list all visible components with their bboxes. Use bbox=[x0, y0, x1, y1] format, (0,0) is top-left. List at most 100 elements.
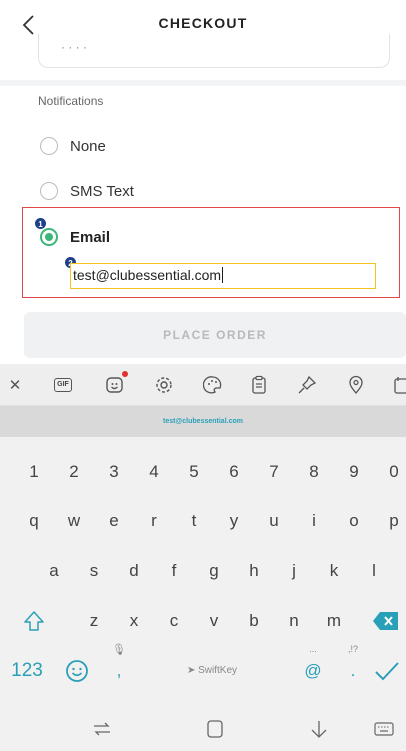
email-input[interactable]: test@clubessential.com bbox=[70, 263, 376, 289]
radio-email[interactable] bbox=[40, 228, 58, 246]
location-icon[interactable] bbox=[345, 374, 367, 396]
key-c[interactable]: c bbox=[159, 606, 189, 636]
key-y[interactable]: y bbox=[219, 506, 249, 536]
annotation-badge-1: 1 bbox=[34, 217, 47, 230]
key-s[interactable]: s bbox=[79, 556, 109, 586]
home-button[interactable] bbox=[203, 718, 227, 740]
period-label: . bbox=[350, 661, 356, 680]
mic-icon: 🎙 bbox=[112, 644, 126, 656]
recent-apps-button[interactable] bbox=[90, 718, 114, 740]
key-q[interactable]: q bbox=[19, 506, 49, 536]
key-h[interactable]: h bbox=[239, 556, 269, 586]
key-x[interactable]: x bbox=[119, 606, 149, 636]
system-nav-bar bbox=[0, 706, 406, 751]
backspace-key[interactable] bbox=[371, 606, 401, 636]
home-icon bbox=[207, 720, 223, 738]
key-a[interactable]: a bbox=[39, 556, 69, 586]
email-input-value: test@clubessential.com bbox=[73, 267, 222, 283]
key-9[interactable]: 9 bbox=[339, 457, 369, 487]
key-1[interactable]: 1 bbox=[19, 457, 49, 487]
at-label: @ bbox=[304, 661, 322, 680]
backspace-icon bbox=[373, 612, 398, 630]
gif-icon[interactable]: GIF bbox=[52, 374, 74, 396]
gif-label: GIF bbox=[54, 378, 72, 392]
key-t[interactable]: t bbox=[179, 506, 209, 536]
key-4[interactable]: 4 bbox=[139, 457, 169, 487]
radio-none[interactable] bbox=[40, 137, 58, 155]
key-g[interactable]: g bbox=[199, 556, 229, 586]
shift-key[interactable] bbox=[19, 606, 49, 636]
key-p[interactable]: p bbox=[379, 506, 406, 536]
key-f[interactable]: f bbox=[159, 556, 189, 586]
previous-card-text: · · · · bbox=[61, 40, 87, 54]
close-icon[interactable]: ✕ bbox=[4, 374, 26, 396]
keyboard-icon bbox=[374, 722, 394, 736]
section-divider bbox=[0, 80, 406, 86]
key-z[interactable]: z bbox=[79, 606, 109, 636]
back-nav-button[interactable] bbox=[307, 718, 331, 740]
page-title: CHECKOUT bbox=[158, 15, 248, 31]
at-sub-label: ... bbox=[309, 644, 317, 654]
keyboard: ✕ GIF test@clubessential.com 1 2 3 4 5 6… bbox=[0, 364, 406, 751]
previous-card: · · · · bbox=[38, 34, 390, 68]
key-8[interactable]: 8 bbox=[299, 457, 329, 487]
key-u[interactable]: u bbox=[259, 506, 289, 536]
key-5[interactable]: 5 bbox=[179, 457, 209, 487]
checkout-screen: CHECKOUT · · · · Notifications None SMS … bbox=[0, 0, 406, 751]
text-caret bbox=[222, 267, 224, 283]
swiftkey-logo-icon: ➤ bbox=[186, 665, 196, 676]
pin-icon[interactable] bbox=[296, 374, 318, 396]
radio-option-email[interactable]: Email bbox=[40, 228, 110, 246]
sticker-icon[interactable] bbox=[104, 371, 128, 396]
down-arrow-icon bbox=[311, 721, 327, 738]
recent-apps-icon bbox=[94, 722, 110, 736]
period-sub-label: ,!? bbox=[347, 644, 358, 654]
radio-email-label: Email bbox=[70, 228, 111, 246]
notification-dot bbox=[122, 371, 128, 377]
theme-palette-icon[interactable] bbox=[202, 374, 224, 396]
key-w[interactable]: w bbox=[59, 506, 89, 536]
radio-option-none[interactable]: None bbox=[40, 137, 106, 155]
key-7[interactable]: 7 bbox=[259, 457, 289, 487]
keyboard-switch-button[interactable] bbox=[372, 718, 396, 740]
key-n[interactable]: n bbox=[279, 606, 309, 636]
key-l[interactable]: l bbox=[359, 556, 389, 586]
key-j[interactable]: j bbox=[279, 556, 309, 586]
period-key[interactable]: ,!? . bbox=[338, 644, 368, 686]
suggestion-bar[interactable]: test@clubessential.com bbox=[0, 406, 406, 437]
place-order-button[interactable]: PLACE ORDER bbox=[24, 312, 406, 358]
key-6[interactable]: 6 bbox=[219, 457, 249, 487]
radio-none-label: None bbox=[70, 137, 106, 155]
numbers-key[interactable]: 123 bbox=[2, 656, 52, 686]
enter-key[interactable] bbox=[372, 656, 402, 686]
key-m[interactable]: m bbox=[319, 606, 349, 636]
clipboard-icon[interactable] bbox=[248, 374, 270, 396]
radio-sms-label: SMS Text bbox=[70, 182, 134, 200]
keyboard-toolbar: ✕ GIF bbox=[0, 364, 406, 406]
at-key[interactable]: ... @ bbox=[298, 644, 328, 686]
comma-key[interactable]: 🎙 , bbox=[104, 644, 134, 686]
key-o[interactable]: o bbox=[339, 506, 369, 536]
key-2[interactable]: 2 bbox=[59, 457, 89, 487]
key-b[interactable]: b bbox=[239, 606, 269, 636]
key-v[interactable]: v bbox=[199, 606, 229, 636]
notifications-label: Notifications bbox=[38, 94, 104, 108]
space-label: SwiftKey bbox=[198, 665, 238, 676]
key-k[interactable]: k bbox=[319, 556, 349, 586]
key-i[interactable]: i bbox=[299, 506, 329, 536]
calendar-icon[interactable] bbox=[390, 374, 406, 396]
emoji-icon bbox=[66, 660, 88, 682]
shift-icon bbox=[24, 611, 44, 631]
settings-icon[interactable] bbox=[153, 374, 175, 396]
key-0[interactable]: 0 bbox=[379, 457, 406, 487]
key-r[interactable]: r bbox=[139, 506, 169, 536]
checkmark-icon bbox=[375, 662, 399, 681]
radio-option-sms[interactable]: SMS Text bbox=[40, 182, 134, 200]
key-3[interactable]: 3 bbox=[99, 457, 129, 487]
comma-label: , bbox=[116, 661, 122, 680]
key-e[interactable]: e bbox=[99, 506, 129, 536]
radio-sms[interactable] bbox=[40, 182, 58, 200]
space-key[interactable]: ➤ SwiftKey bbox=[144, 656, 280, 686]
emoji-key[interactable] bbox=[62, 656, 92, 686]
key-d[interactable]: d bbox=[119, 556, 149, 586]
